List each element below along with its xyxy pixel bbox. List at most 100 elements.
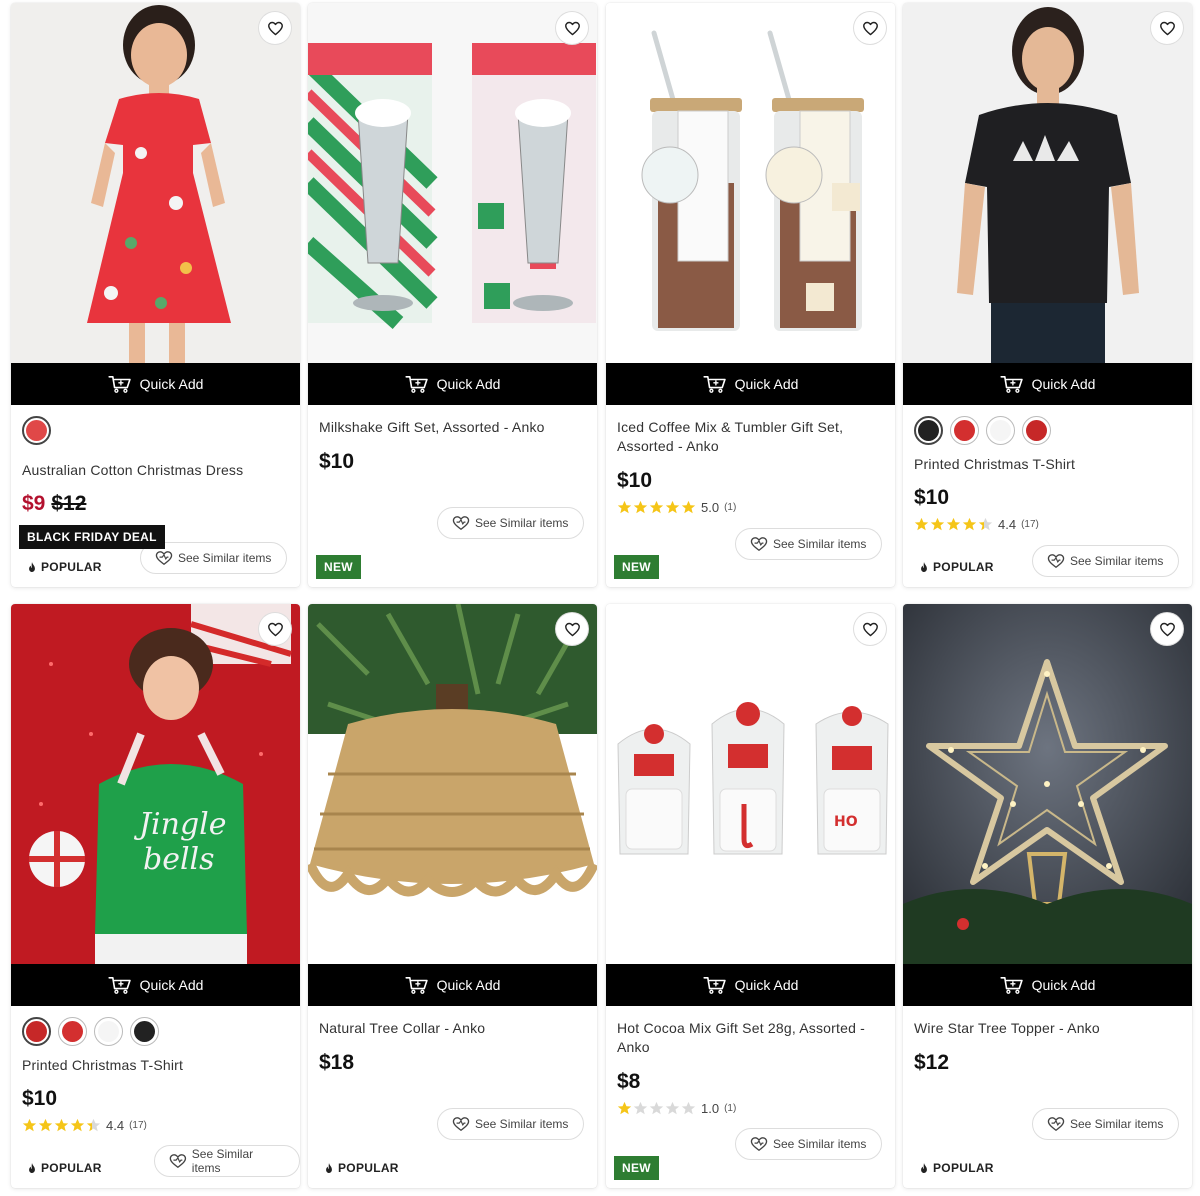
star-icon [914,517,929,532]
color-swatches [914,416,1181,445]
quick-add-button[interactable]: Quick Add [903,363,1192,405]
product-image[interactable]: Jingle bells [11,604,300,964]
wishlist-heart-button[interactable] [854,613,886,645]
product-image[interactable] [308,604,597,964]
product-name[interactable]: Hot Cocoa Mix Gift Set 28g, Assorted - A… [617,1019,884,1057]
similar-icon [452,1116,470,1132]
quick-add-button[interactable]: Quick Add [606,363,895,405]
color-swatch[interactable] [130,1017,159,1046]
product-image[interactable] [11,3,300,363]
see-similar-items-button[interactable]: See Similar items [437,1108,585,1140]
color-swatches [22,1017,289,1046]
product-card[interactable]: POPULAR Quick Add Wire Star Tree Topper … [903,604,1192,1188]
product-card[interactable]: Jingle bells POPULAR Quick Add Printed C… [11,604,300,1188]
popular-badge: POPULAR [19,1156,110,1180]
product-card[interactable]: NEW Quick Add Iced Coffee Mix & Tumbler … [606,3,895,587]
see-similar-items-button[interactable]: See Similar items [1032,545,1180,577]
product-image[interactable] [903,604,1192,964]
quick-add-button[interactable]: Quick Add [11,964,300,1006]
star-icon [946,517,961,532]
quick-add-button[interactable]: Quick Add [11,363,300,405]
product-card[interactable]: NEW Quick Add Milkshake Gift Set, Assort… [308,3,597,587]
product-card[interactable]: POPULAR Quick Add Natural Tree Collar - … [308,604,597,1188]
color-swatch[interactable] [986,416,1015,445]
product-image[interactable] [606,3,895,363]
product-name[interactable]: Wire Star Tree Topper - Anko [914,1019,1181,1038]
cart-icon [1000,375,1024,393]
similar-icon [169,1153,187,1169]
badges: NEW [614,555,659,579]
cart-icon [108,976,132,994]
product-rating: 5.0 (1) [617,500,884,515]
quick-add-button[interactable]: Quick Add [606,964,895,1006]
quick-add-button[interactable]: Quick Add [903,964,1192,1006]
color-swatch[interactable] [94,1017,123,1046]
see-similar-items-button[interactable]: See Similar items [735,528,883,560]
see-similar-items-button[interactable]: See Similar items [154,1145,300,1177]
rating-count: (17) [1021,519,1039,530]
star-icon [633,1101,648,1116]
product-image[interactable]: HO [606,604,895,964]
product-rating: 1.0 (1) [617,1101,884,1116]
rating-value: 4.4 [998,517,1017,532]
star-icon [930,517,945,532]
popular-badge: POPULAR [911,1156,1002,1180]
wishlist-heart-button[interactable] [556,613,588,645]
wishlist-heart-button[interactable] [259,12,291,44]
see-similar-items-button[interactable]: See Similar items [437,507,585,539]
color-swatch[interactable] [914,416,943,445]
product-card[interactable]: HO NEW Quick Add Hot Cocoa Mix Gift Set … [606,604,895,1188]
product-card[interactable]: BLACK FRIDAY DEAL POPULAR Quick Add Aust… [11,3,300,587]
product-price: $10 [914,486,950,509]
new-badge: NEW [316,555,361,579]
rating-count: (17) [129,1120,147,1131]
star-icon [633,500,648,515]
product-image[interactable] [308,3,597,363]
color-swatch[interactable] [22,416,51,445]
product-name[interactable]: Printed Christmas T-Shirt [914,455,1181,474]
see-similar-items-button[interactable]: See Similar items [735,1128,883,1160]
color-swatch[interactable] [1022,416,1051,445]
popular-badge: POPULAR [316,1156,407,1180]
product-name[interactable]: Iced Coffee Mix & Tumbler Gift Set, Asso… [617,418,884,456]
color-swatch[interactable] [58,1017,87,1046]
rating-value: 5.0 [701,500,720,515]
wishlist-heart-button[interactable] [1151,12,1183,44]
black-friday-badge: BLACK FRIDAY DEAL [19,525,165,549]
quick-add-button[interactable]: Quick Add [308,363,597,405]
similar-icon [750,536,768,552]
product-card[interactable]: POPULAR Quick Add Printed Christmas T-Sh… [903,3,1192,587]
star-rating [617,500,696,515]
product-name[interactable]: Australian Cotton Christmas Dress [22,461,289,480]
star-icon [649,1101,664,1116]
product-name[interactable]: Natural Tree Collar - Anko [319,1019,586,1038]
color-swatch[interactable] [950,416,979,445]
badges: BLACK FRIDAY DEAL POPULAR [19,525,165,579]
was-price: $12 [51,492,87,515]
star-rating [617,1101,696,1116]
product-name[interactable]: Milkshake Gift Set, Assorted - Anko [319,418,586,437]
cart-icon [405,375,429,393]
badges: POPULAR [911,555,1002,579]
product-price: $8 [617,1070,641,1093]
product-price: $9 $12 [22,492,289,516]
cart-icon [703,976,727,994]
quick-add-button[interactable]: Quick Add [308,964,597,1006]
color-swatch[interactable] [22,1017,51,1046]
flame-icon [919,1162,929,1174]
wishlist-heart-button[interactable] [259,613,291,645]
see-similar-items-button[interactable]: See Similar items [1032,1108,1180,1140]
wishlist-heart-button[interactable] [854,12,886,44]
badges: POPULAR [316,1156,407,1180]
product-image[interactable] [903,3,1192,363]
badges: NEW [316,555,361,579]
svg-text:bells: bells [143,842,215,877]
popular-badge: POPULAR [19,555,110,579]
wishlist-heart-button[interactable] [1151,613,1183,645]
product-price: $10 [319,450,355,473]
wishlist-heart-button[interactable] [556,12,588,44]
flame-icon [27,561,37,573]
star-icon [681,1101,696,1116]
product-price: $10 [617,469,653,492]
product-name[interactable]: Printed Christmas T-Shirt [22,1056,289,1075]
